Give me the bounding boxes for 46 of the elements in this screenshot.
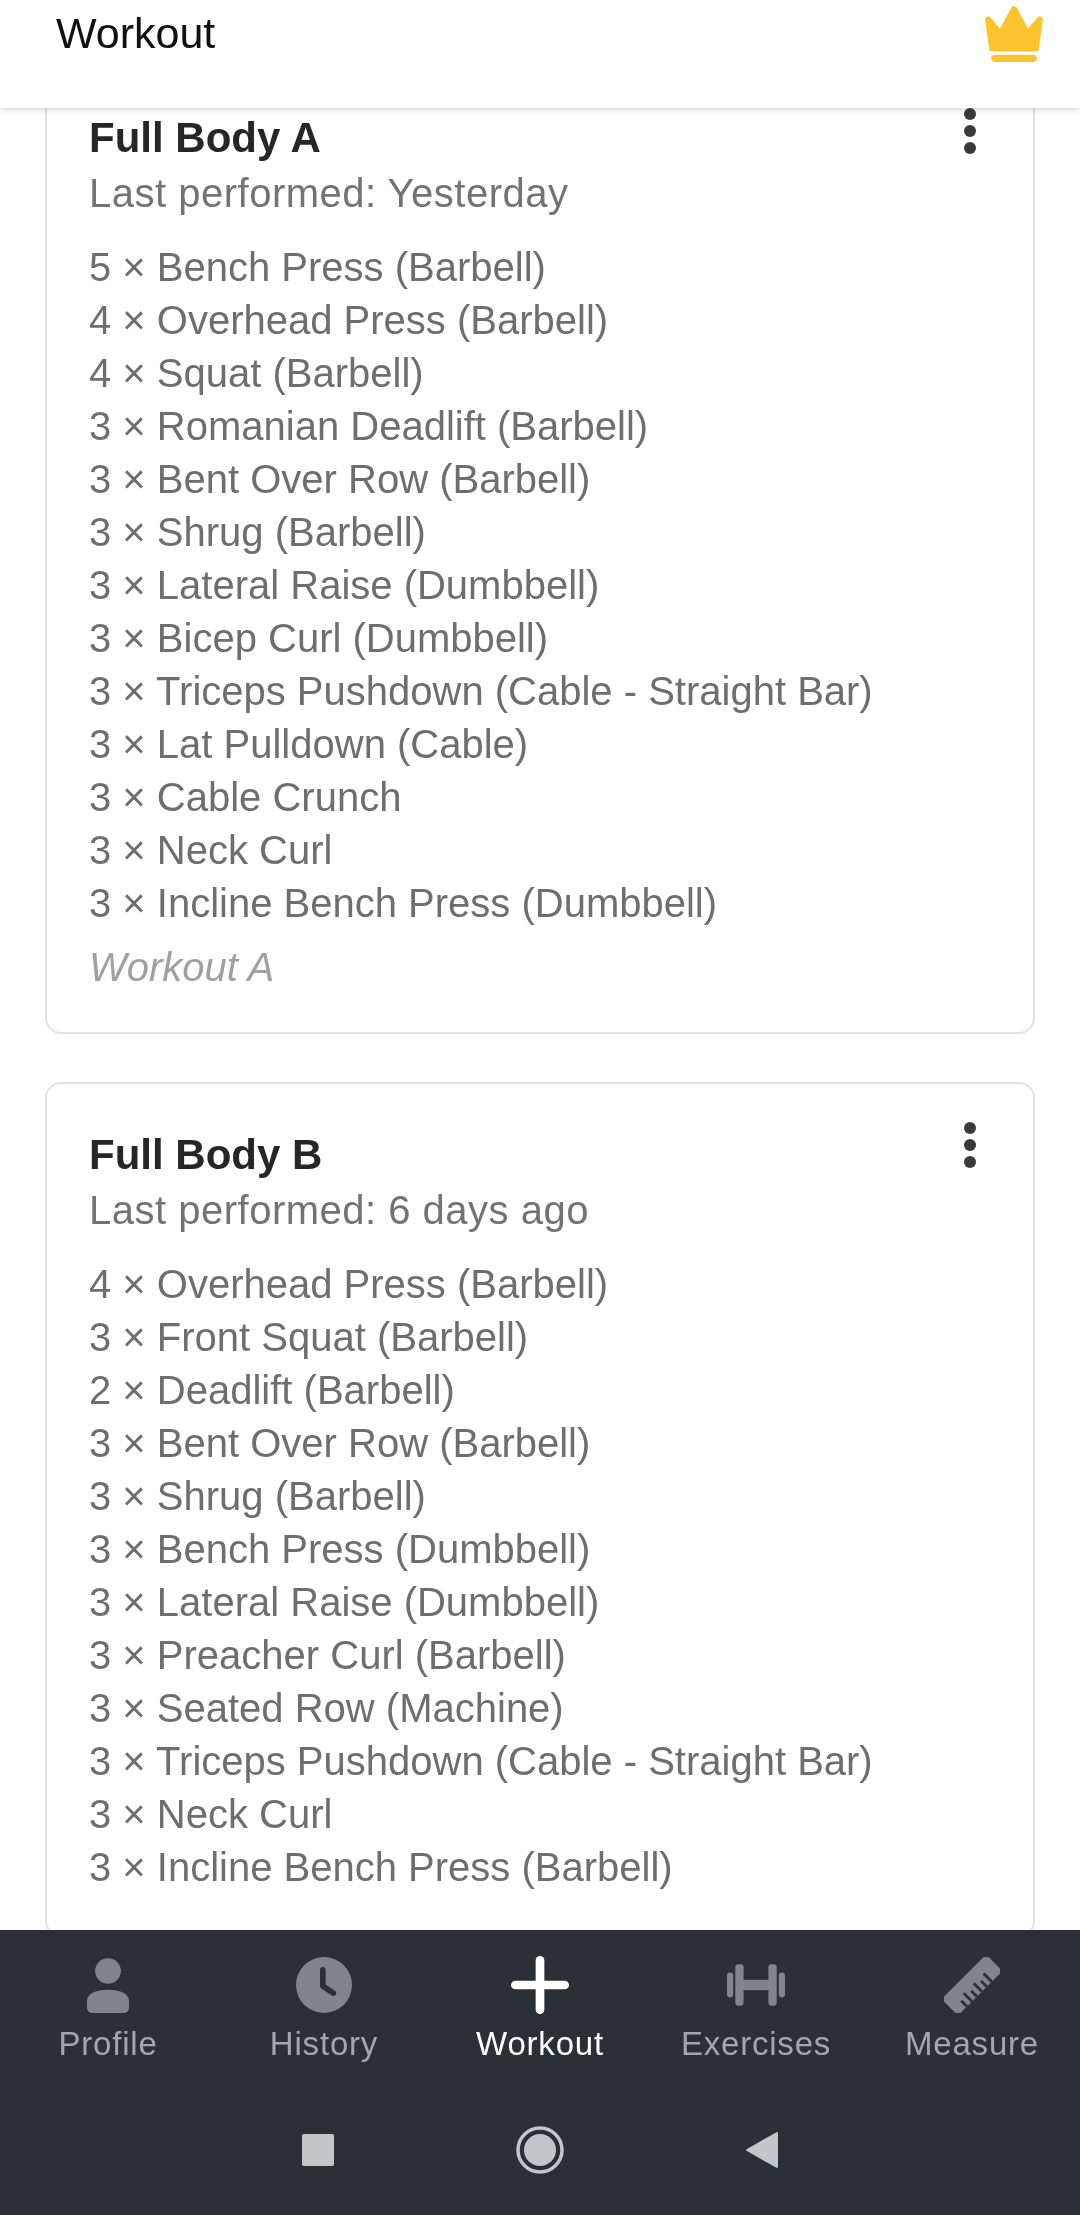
exercise-item: 3 × Seated Row (Machine) <box>89 1685 564 1732</box>
exercise-item: 3 × Cable Crunch <box>89 774 402 821</box>
exercise-item: 3 × Lateral Raise (Dumbbell) <box>89 1579 600 1626</box>
exercise-item: 3 × Bench Press (Dumbbell) <box>89 1526 591 1573</box>
workout-card[interactable] <box>45 108 1035 1034</box>
exercise-item: 3 × Incline Bench Press (Barbell) <box>89 1844 673 1891</box>
exercise-item: 3 × Lateral Raise (Dumbbell) <box>89 562 600 609</box>
person-icon <box>87 1957 129 2013</box>
exercise-item: 3 × Shrug (Barbell) <box>89 509 426 556</box>
exercise-item: 2 × Deadlift (Barbell) <box>89 1367 455 1414</box>
exercise-item: 3 × Incline Bench Press (Dumbbell) <box>89 880 718 927</box>
workout-card[interactable] <box>45 1082 1035 1930</box>
last-performed-text: Last performed: Yesterday <box>89 170 569 217</box>
exercise-item: 4 × Overhead Press (Barbell) <box>89 297 609 344</box>
nav-tab[interactable]: Profile <box>0 1930 216 2085</box>
home-icon[interactable] <box>516 2126 564 2174</box>
exercise-item: 3 × Shrug (Barbell) <box>89 1473 426 1520</box>
exercise-item: 4 × Overhead Press (Barbell) <box>89 1261 609 1308</box>
nav-tab[interactable]: Workout <box>432 1930 648 2085</box>
nav-tab[interactable]: History <box>216 1930 432 2085</box>
screen-title: Workout <box>56 8 216 59</box>
exercise-item: 3 × Front Squat (Barbell) <box>89 1314 529 1361</box>
more-vertical-icon[interactable] <box>964 1122 976 1168</box>
exercise-item: 3 × Preacher Curl (Barbell) <box>89 1632 566 1679</box>
last-performed-text: Last performed: 6 days ago <box>89 1187 589 1234</box>
nav-tab[interactable]: Measure <box>864 1930 1080 2085</box>
more-vertical-icon[interactable] <box>964 108 976 154</box>
exercise-item: 3 × Triceps Pushdown (Cable - Straight Bar) <box>89 1738 873 1785</box>
exercise-item: 3 × Lat Pulldown (Cable) <box>89 721 529 768</box>
back-icon[interactable] <box>746 2132 778 2168</box>
exercise-item: 5 × Bench Press (Barbell) <box>89 244 546 291</box>
exercise-item: 3 × Neck Curl <box>89 827 333 874</box>
exercise-item: 4 × Squat (Barbell) <box>89 350 424 397</box>
exercise-item: 3 × Triceps Pushdown (Cable - Straight Bar) <box>89 668 873 715</box>
card-title: Full Body B <box>89 1130 323 1180</box>
card-title: Full Body A <box>89 113 321 163</box>
dumbbell-icon <box>727 1962 785 2008</box>
exercise-item: 3 × Bent Over Row (Barbell) <box>89 456 591 503</box>
note-text: Workout A <box>89 944 275 991</box>
clock-icon <box>296 1957 352 2013</box>
exercise-item: 3 × Bicep Curl (Dumbbell) <box>89 615 549 662</box>
exercise-item: 3 × Romanian Deadlift (Barbell) <box>89 403 649 450</box>
plus-icon <box>511 1956 569 2014</box>
nav-tab[interactable]: Exercises <box>648 1930 864 2085</box>
exercise-item: 3 × Bent Over Row (Barbell) <box>89 1420 591 1467</box>
exercise-item: 3 × Neck Curl <box>89 1791 333 1838</box>
